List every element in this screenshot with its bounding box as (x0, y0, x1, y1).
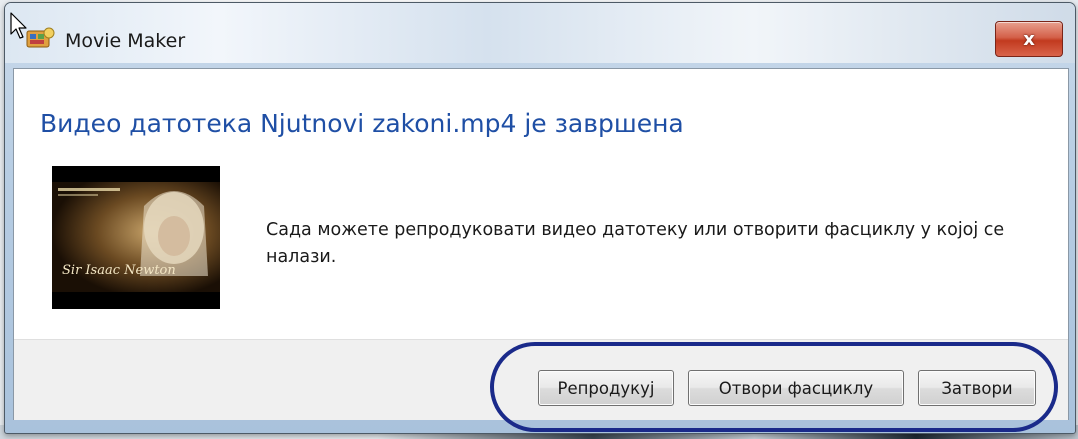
open-folder-button[interactable]: Отвори фасциклу (688, 370, 904, 406)
thumbnail-image: Sir Isaac Newton (52, 166, 220, 309)
dialog-footer: Репродукуј Отвори фасциклу Затвори (14, 339, 1068, 420)
dialog-content: Видео датотека Njutnovi zakoni.mp4 је за… (13, 68, 1069, 420)
dialog-message: Сада можете репродуковати видео датотеку… (266, 220, 1005, 267)
close-icon: x (1023, 28, 1035, 50)
title-bar[interactable]: Movie Maker x (5, 3, 1075, 63)
dialog-heading: Видео датотека Njutnovi zakoni.mp4 је за… (40, 109, 684, 138)
close-button[interactable]: Затвори (918, 370, 1036, 406)
movie-maker-dialog: Movie Maker x Видео датотека Njutnovi za… (4, 2, 1076, 434)
mouse-pointer-icon (10, 12, 27, 39)
window-title: Movie Maker (65, 30, 186, 52)
window-close-button[interactable]: x (995, 21, 1063, 57)
play-button[interactable]: Репродукуј (538, 370, 674, 406)
thumbnail-caption: Sir Isaac Newton (62, 263, 176, 278)
video-thumbnail: Sir Isaac Newton (52, 166, 220, 309)
